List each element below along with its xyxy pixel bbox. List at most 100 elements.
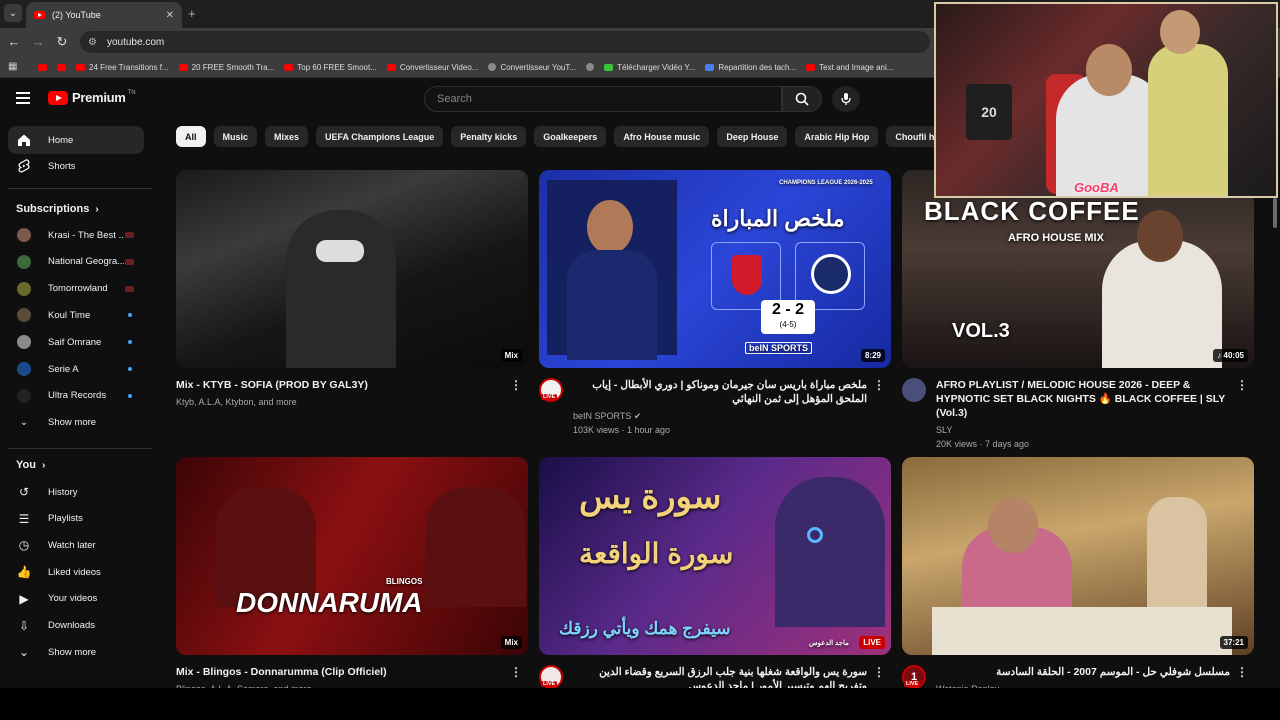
filter-chip[interactable]: Mixes	[265, 126, 309, 147]
video-title[interactable]: ملخص مباراة باريس سان جيرمان وموناكو | د…	[573, 378, 891, 406]
video-card[interactable]: 37:21 1 LIVE مسلسل شوفلي حل - الموسم 200…	[902, 457, 1254, 696]
apps-grid-icon[interactable]: ▦	[8, 61, 17, 72]
address-bar[interactable]: ⚙ youtube.com	[80, 31, 930, 53]
more-options-icon[interactable]: ⋮	[873, 665, 885, 679]
sidebar-item-subscription[interactable]: Ultra Records	[8, 382, 144, 410]
filter-chip[interactable]: Arabic Hip Hop	[795, 126, 879, 147]
close-tab-icon[interactable]: ✕	[166, 10, 174, 21]
channel-avatar[interactable]	[902, 378, 926, 402]
video-card[interactable]: CHAMPIONS LEAGUE 2026-2025 ملخص المباراة…	[539, 170, 891, 437]
reload-icon[interactable]: ↻	[54, 34, 70, 50]
bookmark-item[interactable]: 20 FREE Smooth Tra...	[178, 63, 274, 72]
bookmark-item[interactable]: Télécharger Vidéo Y...	[604, 63, 695, 72]
artist-label: BLINGOS	[386, 577, 423, 586]
search-button[interactable]	[782, 86, 822, 112]
filter-chip[interactable]: Penalty kicks	[451, 126, 527, 147]
channel-name[interactable]: beIN SPORTS ✔	[573, 409, 891, 423]
youtube-icon	[38, 63, 47, 71]
filter-chip[interactable]: Afro House music	[614, 126, 710, 147]
voice-search-button[interactable]	[832, 86, 860, 112]
channel-name[interactable]: SLY	[936, 423, 1254, 437]
video-meta: LIVE ملخص مباراة باريس سان جيرمان وموناك…	[539, 378, 891, 437]
you-heading[interactable]: You ›	[16, 459, 45, 471]
sidebar-item-subscription[interactable]: Krasi - The Best ...	[8, 221, 144, 249]
sidebar-item-subscription[interactable]: Tomorrowland	[8, 275, 144, 303]
sidebar-item-subscription[interactable]: Koul Time	[8, 301, 144, 329]
bookmark-item[interactable]: Text and Image ani...	[806, 63, 893, 72]
more-options-icon[interactable]: ⋮	[510, 665, 522, 679]
league-label: CHAMPIONS LEAGUE 2026-2025	[779, 180, 873, 186]
new-tab-icon[interactable]: +	[188, 6, 196, 21]
logo-country-tag: TN	[127, 89, 136, 96]
bookmark-label: Repartition des tach...	[718, 62, 797, 72]
back-arrow-icon[interactable]: ←	[6, 34, 22, 49]
video-title[interactable]: AFRO PLAYLIST / MELODIC HOUSE 2026 - DEE…	[936, 378, 1254, 420]
streamer-head	[1086, 44, 1132, 96]
page-scrollbar[interactable]	[1272, 122, 1278, 687]
bookmark-item[interactable]	[586, 63, 595, 71]
more-options-icon[interactable]: ⋮	[1236, 665, 1248, 679]
video-card[interactable]: BLINGOS DONNARUMA Mix Mix - Blingos - Do…	[176, 457, 528, 696]
sidebar-item-label: National Geogra...	[48, 256, 124, 268]
mix-badge: Mix	[500, 636, 522, 649]
video-thumbnail[interactable]: BLINGOS DONNARUMA Mix	[176, 457, 528, 655]
sidebar-item-downloads[interactable]: ⇩ Downloads	[8, 612, 144, 640]
more-options-icon[interactable]: ⋮	[510, 378, 522, 392]
bookmark-item[interactable]	[38, 63, 47, 71]
video-thumbnail[interactable]: Mix	[176, 170, 528, 368]
sidebar-item-history[interactable]: ↺ History	[8, 478, 144, 506]
bookmark-item[interactable]: Convertisseur YouT...	[488, 63, 576, 72]
video-card[interactable]: BLACK COFFEE AFRO HOUSE MIX VOL.3 ♪ 40:0…	[902, 170, 1254, 451]
video-card[interactable]: Mix Mix - KTYB - SOFIA (PROD BY GAL3Y) K…	[176, 170, 528, 409]
filter-chip[interactable]: Deep House	[717, 126, 788, 147]
black-coffee-title: BLACK COFFEE	[924, 196, 1140, 226]
sidebar-divider	[8, 188, 152, 189]
download-icon	[604, 63, 614, 71]
filter-chip[interactable]: All	[176, 126, 206, 147]
bookmark-item[interactable]: Top 60 FREE Smoot...	[284, 63, 377, 72]
bookmark-item[interactable]: Convertisseur Video...	[386, 63, 478, 72]
sidebar-item-liked-videos[interactable]: 👍 Liked videos	[8, 558, 144, 586]
video-channels[interactable]: Ktyb, A.L.A, Ktybon, and more	[176, 395, 528, 409]
video-title[interactable]: مسلسل شوفلي حل - الموسم 2007 - الحلقة ال…	[936, 665, 1254, 679]
video-thumbnail[interactable]: CHAMPIONS LEAGUE 2026-2025 ملخص المباراة…	[539, 170, 891, 368]
donnaruma-title: DONNARUMA	[236, 587, 423, 618]
sidebar-item-subscription[interactable]: Serie A	[8, 355, 144, 383]
site-info-icon[interactable]: ⚙	[88, 37, 97, 48]
subscriptions-show-more[interactable]: ⌄ Show more	[8, 409, 144, 437]
sidebar-item-home[interactable]: Home	[8, 126, 144, 154]
filter-chip[interactable]: Goalkeepers	[534, 126, 607, 147]
sidebar-item-shorts[interactable]: Shorts	[8, 152, 144, 180]
scrollbar-thumb[interactable]	[1273, 198, 1277, 228]
bookmark-item[interactable]: 24 Free Transitions f...	[76, 63, 169, 72]
video-thumbnail[interactable]: 37:21	[902, 457, 1254, 655]
browser-tab-youtube[interactable]: (2) YouTube ✕	[26, 2, 182, 28]
video-title[interactable]: Mix - Blingos - Donnarumma (Clip Officie…	[176, 665, 528, 679]
sidebar-item-subscription[interactable]: Saif Omrane	[8, 328, 144, 356]
filter-chips-bar: All Music Mixes UEFA Champions League Penalt…	[176, 126, 951, 148]
more-options-icon[interactable]: ⋮	[1236, 378, 1248, 392]
video-thumbnail[interactable]: BLACK COFFEE AFRO HOUSE MIX VOL.3 ♪ 40:0…	[902, 170, 1254, 368]
filter-chip[interactable]: Music	[213, 126, 258, 147]
search-input[interactable]: Search	[424, 86, 782, 112]
sidebar-item-playlists[interactable]: ☰ Playlists	[8, 505, 144, 533]
tab-search-button[interactable]: ⌄	[4, 4, 22, 22]
filter-chip[interactable]: UEFA Champions League	[316, 126, 444, 147]
video-card[interactable]: سورة يس سورة الواقعة سيفرج همك ويأتي رزق…	[539, 457, 891, 693]
dining-table	[932, 607, 1232, 655]
subscriptions-heading[interactable]: Subscriptions ›	[16, 203, 99, 215]
sidebar-item-show-more[interactable]: ⌄ Show more	[8, 638, 144, 666]
more-options-icon[interactable]: ⋮	[873, 378, 885, 392]
sidebar-item-label: Serie A	[48, 363, 79, 375]
bookmark-item[interactable]	[57, 63, 66, 71]
menu-hamburger-icon[interactable]	[16, 92, 30, 107]
sidebar-item-watch-later[interactable]: ◷ Watch later	[8, 531, 144, 559]
video-thumbnail[interactable]: سورة يس سورة الواقعة سيفرج همك ويأتي رزق…	[539, 457, 891, 655]
sidebar-item-subscription[interactable]: National Geogra...	[8, 248, 144, 276]
bookmark-item[interactable]: Repartition des tach...	[705, 63, 796, 72]
sidebar-item-your-videos[interactable]: ▶ Your videos	[8, 585, 144, 613]
forward-arrow-icon[interactable]: →	[30, 34, 46, 49]
sidebar-item-label: Downloads	[48, 620, 95, 631]
video-title[interactable]: Mix - KTYB - SOFIA (PROD BY GAL3Y)	[176, 378, 528, 392]
youtube-premium-logo[interactable]: Premium TN	[48, 90, 136, 105]
